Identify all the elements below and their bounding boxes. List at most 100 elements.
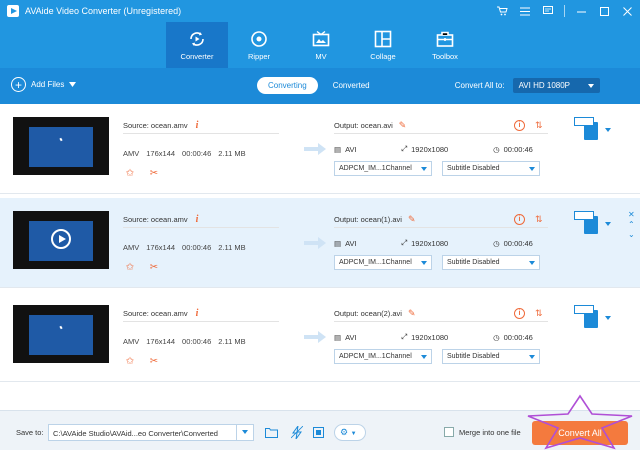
output-info-icon[interactable]: i <box>514 214 525 225</box>
plus-icon: + <box>11 77 26 92</box>
move-up-icon[interactable]: ⌃ <box>628 220 635 230</box>
output-divider <box>334 227 548 228</box>
output-info-icon[interactable]: i <box>514 308 525 319</box>
source-info: Source: ocean.amv i <box>123 214 198 225</box>
row-actions: ✩ ✂ <box>124 168 160 180</box>
output-info: Output: ocean.avi ✎ <box>334 120 406 131</box>
chevron-down-icon[interactable] <box>236 424 254 441</box>
source-resolution: 176x144 <box>146 149 176 158</box>
rename-icon[interactable]: ✎ <box>408 308 416 319</box>
output-name: Output: ocean(1).avi <box>334 215 402 224</box>
convert-all-format-select[interactable]: AVI HD 1080P <box>512 78 600 93</box>
rename-icon[interactable]: ✎ <box>408 214 416 225</box>
source-name: Source: ocean.amv <box>123 309 188 318</box>
minimize-icon[interactable] <box>574 4 588 18</box>
file-row[interactable]: Source: ocean.amv i AMV 176x144 00:00:46… <box>0 198 640 288</box>
add-files-button[interactable]: + Add Files <box>11 77 77 92</box>
chevron-down-icon[interactable] <box>605 316 611 320</box>
tab-collage[interactable]: Collage <box>352 22 414 68</box>
close-icon[interactable]: ✕ <box>628 210 635 220</box>
menu-icon[interactable] <box>518 4 532 18</box>
chevron-down-icon[interactable] <box>69 82 77 87</box>
film-icon: ▤ <box>334 332 342 342</box>
rename-icon[interactable]: ✎ <box>399 120 407 131</box>
chevron-down-icon[interactable] <box>605 222 611 226</box>
source-format: AMV <box>123 149 140 158</box>
subtitle-select[interactable]: Subtitle Disabled <box>442 255 540 270</box>
audio-track-select[interactable]: ADPCM_IM...1Channel <box>334 255 432 270</box>
output-tools: i ⇅ <box>514 120 543 131</box>
move-down-icon[interactable]: ⌄ <box>628 230 635 240</box>
audio-track-select[interactable]: ADPCM_IM...1Channel <box>334 161 432 176</box>
row-actions: ✩ ✂ <box>124 356 160 368</box>
source-meta: AMV 176x144 00:00:46 2.11 MB <box>123 149 246 158</box>
convert-all-button[interactable]: Convert All <box>532 421 628 445</box>
output-format-icon[interactable] <box>574 305 598 328</box>
subtitle-select[interactable]: Subtitle Disabled <box>442 349 540 364</box>
source-resolution: 176x144 <box>146 243 176 252</box>
save-path-field[interactable]: C:\AVAide Studio\AVAid...eo Converter\Co… <box>48 424 254 441</box>
folder-icon[interactable] <box>263 424 280 441</box>
play-icon[interactable] <box>51 229 71 249</box>
video-thumbnail[interactable] <box>13 305 109 363</box>
arrow-right-icon <box>304 331 326 343</box>
cut-icon[interactable]: ✂ <box>148 262 160 274</box>
cut-icon[interactable]: ✂ <box>148 356 160 368</box>
output-divider <box>334 321 548 322</box>
reorder-icon[interactable]: ⇅ <box>535 120 543 131</box>
edit-effects-icon[interactable]: ✩ <box>124 356 136 368</box>
info-icon[interactable]: i <box>196 308 199 319</box>
hardware-accel-off-icon[interactable] <box>288 424 305 441</box>
output-info: Output: ocean(1).avi ✎ <box>334 214 416 225</box>
info-icon[interactable]: i <box>196 214 199 225</box>
video-thumbnail[interactable] <box>13 117 109 175</box>
source-name: Source: ocean.amv <box>123 121 188 130</box>
video-thumbnail[interactable] <box>13 211 109 269</box>
merge-checkbox[interactable] <box>444 427 454 437</box>
edit-effects-icon[interactable]: ✩ <box>124 262 136 274</box>
merge-option[interactable]: Merge into one file <box>444 427 521 437</box>
source-size: 2.11 MB <box>218 149 246 158</box>
source-meta: AMV 176x144 00:00:46 2.11 MB <box>123 337 246 346</box>
chevron-down-icon: ▼ <box>350 431 357 437</box>
close-icon[interactable] <box>620 4 634 18</box>
tab-toolbox[interactable]: Toolbox <box>414 22 476 68</box>
maximize-icon[interactable] <box>597 4 611 18</box>
bottom-bar: Save to: C:\AVAide Studio\AVAid...eo Con… <box>0 410 640 450</box>
toolbox-icon <box>436 30 454 48</box>
title-bar: AVAide Video Converter (Unregistered) <box>0 0 640 22</box>
output-format-icon[interactable] <box>574 117 598 140</box>
tab-mv[interactable]: MV <box>290 22 352 68</box>
tab-converted[interactable]: Converted <box>318 77 385 94</box>
chevron-down-icon[interactable] <box>605 128 611 132</box>
tab-ripper[interactable]: Ripper <box>228 22 290 68</box>
output-info-icon[interactable]: i <box>514 120 525 131</box>
file-row[interactable]: Source: ocean.amv i AMV 176x144 00:00:46… <box>0 104 640 194</box>
cart-icon[interactable] <box>495 4 509 18</box>
conversion-segment: Converting Converted <box>257 77 385 94</box>
output-resolution: 1920x1080 <box>411 332 449 342</box>
output-name: Output: ocean(2).avi <box>334 309 402 318</box>
output-info: Output: ocean(2).avi ✎ <box>334 308 416 319</box>
gear-icon: ⚙ <box>340 427 349 437</box>
tab-converting[interactable]: Converting <box>257 77 318 94</box>
subtitle-select[interactable]: Subtitle Disabled <box>442 161 540 176</box>
reorder-icon[interactable]: ⇅ <box>535 214 543 225</box>
output-format: AVI <box>345 332 357 342</box>
output-tools: i ⇅ <box>514 214 543 225</box>
edit-effects-icon[interactable]: ✩ <box>124 168 136 180</box>
audio-track-select[interactable]: ADPCM_IM...1Channel <box>334 349 432 364</box>
gpu-accel-icon[interactable] <box>310 424 327 441</box>
output-format-icon[interactable] <box>574 211 598 234</box>
tab-converter[interactable]: Converter <box>166 22 228 68</box>
settings-button[interactable]: ⚙ ▼ <box>334 424 366 441</box>
reorder-icon[interactable]: ⇅ <box>535 308 543 319</box>
source-info: Source: ocean.amv i <box>123 308 198 319</box>
file-row[interactable]: Source: ocean.amv i AMV 176x144 00:00:46… <box>0 292 640 382</box>
source-size: 2.11 MB <box>218 243 246 252</box>
feedback-icon[interactable] <box>541 4 555 18</box>
info-icon[interactable]: i <box>196 120 199 131</box>
cut-icon[interactable]: ✂ <box>148 168 160 180</box>
arrow-right-icon <box>304 237 326 249</box>
save-to-label: Save to: <box>16 428 44 437</box>
